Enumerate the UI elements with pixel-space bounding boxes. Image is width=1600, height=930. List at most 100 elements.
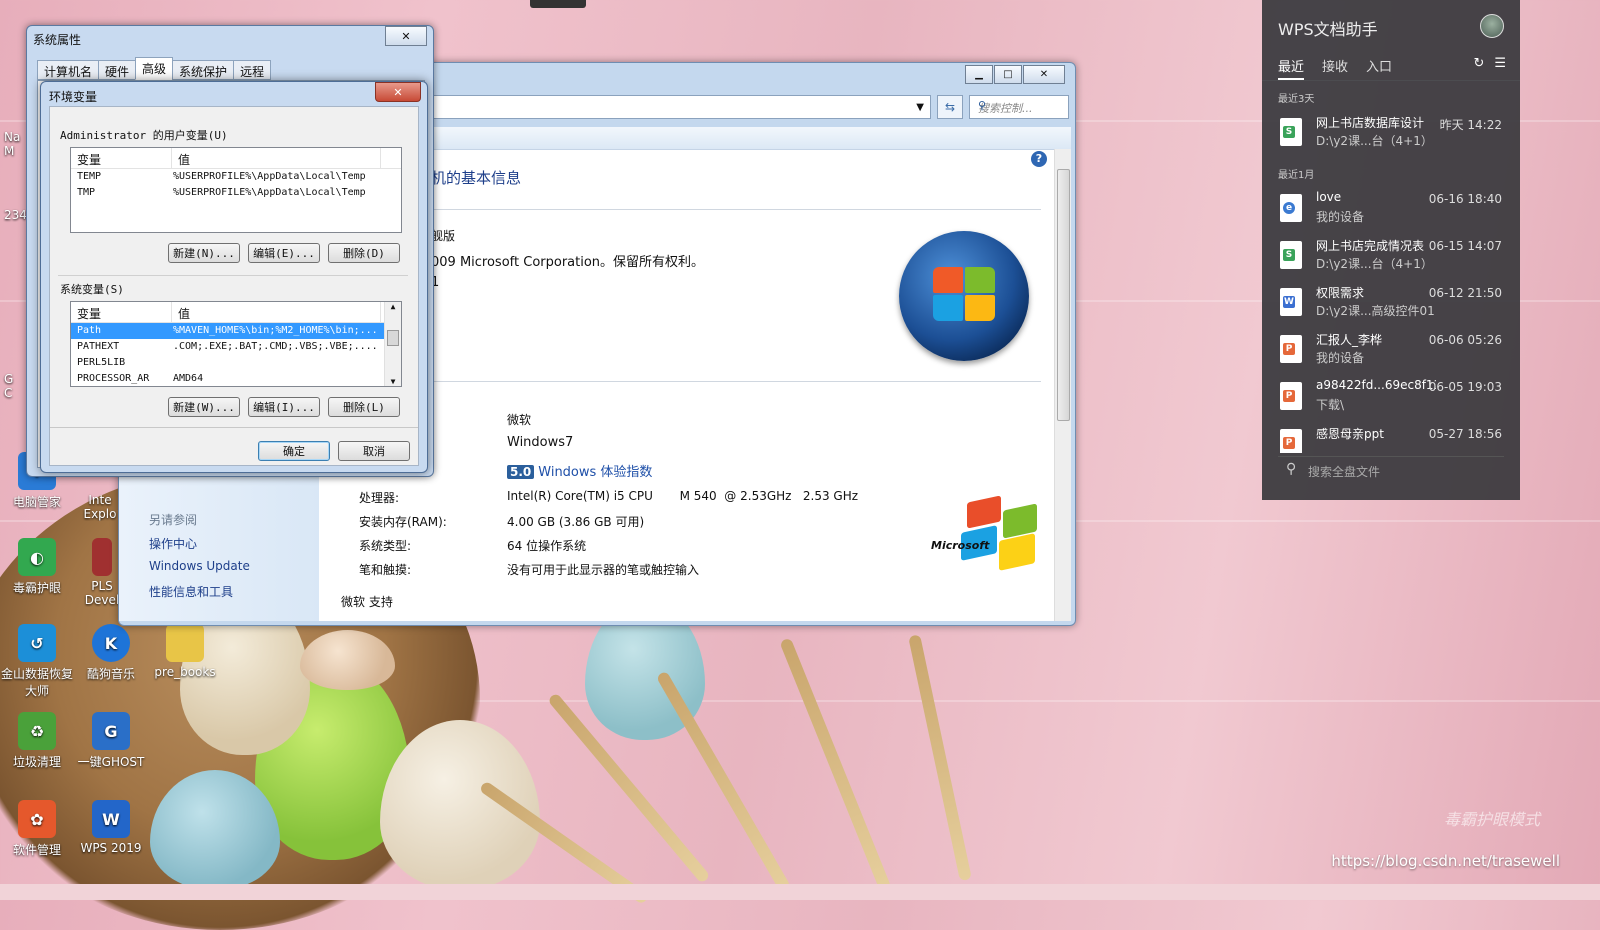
system-new-button[interactable]: 新建(W)... — [168, 397, 240, 417]
tab-received[interactable]: 接收 — [1322, 56, 1348, 80]
help-icon[interactable]: ? — [1031, 151, 1047, 167]
file-name: 汇报人_李桦 — [1316, 333, 1383, 347]
environment-variables-dialog: 环境变量 ✕ Administrator 的用户变量(U) 变量 值 TEMP … — [40, 81, 428, 473]
fragment: G — [4, 372, 14, 386]
table-row[interactable]: TEMP %USERPROFILE%\AppData\Local\Temp — [71, 169, 401, 185]
nav-link-performance[interactable]: 性能信息和工具 — [149, 583, 233, 600]
user-vars-legend: Administrator 的用户变量(U) — [60, 129, 228, 142]
file-path: D:\y2课...高级控件01 — [1316, 304, 1435, 318]
tab-computer-name[interactable]: 计算机名 — [37, 60, 100, 80]
desktop-icon-data-recovery[interactable]: ↺ 金山数据恢复大师 — [0, 624, 74, 699]
list-item[interactable]: W 权限需求 D:\y2课...高级控件01 06-12 21:50 — [1278, 282, 1510, 324]
close-button[interactable]: ✕ — [385, 26, 427, 46]
scrollbar-thumb[interactable] — [1057, 169, 1070, 421]
experience-index-link[interactable]: Windows 体验指数 — [538, 465, 652, 480]
desktop-icon-pre-books[interactable]: pre_books — [148, 624, 222, 679]
close-icon: ✕ — [393, 85, 403, 99]
avatar[interactable] — [1480, 14, 1504, 38]
maximize-button[interactable]: □ — [994, 65, 1022, 84]
col-variable[interactable]: 变量 — [71, 302, 172, 322]
tab-recent[interactable]: 最近 — [1278, 56, 1305, 80]
desktop-icon-duba-eye[interactable]: ◐ 毒霸护眼 — [0, 538, 74, 596]
user-delete-button[interactable]: 删除(D) — [328, 243, 400, 263]
nav-link-action-center[interactable]: 操作中心 — [149, 535, 197, 552]
list-item[interactable]: S 网上书店数据库设计 D:\y2课...台（4+1） 昨天 14:22 — [1278, 112, 1510, 154]
file-name: 网上书店数据库设计 — [1316, 116, 1425, 130]
panel-toolbar: ↻ ☰ — [1473, 56, 1506, 71]
ghost-icon: G — [92, 712, 130, 750]
desktop-icon-label: WPS 2019 — [80, 841, 142, 855]
search-input[interactable]: ⚲ 搜索全盘文件 — [1278, 456, 1504, 485]
var-name: TEMP — [77, 171, 102, 182]
search-icon[interactable]: ⚲ — [978, 99, 1062, 112]
list-item[interactable]: e love 我的设备 06-16 18:40 — [1278, 188, 1510, 230]
table-row[interactable]: PATHEXT .COM;.EXE;.BAT;.CMD;.VBS;.VBE;..… — [71, 339, 401, 355]
list-item[interactable]: P 汇报人_李桦 我的设备 06-06 05:26 — [1278, 329, 1510, 371]
menu-icon[interactable]: ☰ — [1494, 56, 1506, 71]
rating-score: 5.0 — [507, 465, 535, 479]
system-delete-button[interactable]: 删除(L) — [328, 397, 400, 417]
list-item[interactable]: S 网上书店完成情况表 D:\y2课...台（4+1） 06-15 14:07 — [1278, 235, 1510, 277]
experience-index[interactable]: 5.0 Windows 体验指数 — [507, 461, 652, 480]
col-value[interactable]: 值 — [172, 302, 381, 322]
nav-link-windows-update[interactable]: Windows Update — [149, 559, 250, 573]
document-file-icon: W — [1280, 288, 1302, 316]
search-input[interactable]: 搜索控制... ⚲ — [969, 95, 1069, 119]
scrollbar-thumb[interactable] — [387, 330, 399, 346]
cancel-button[interactable]: 取消 — [338, 441, 410, 461]
table-row[interactable]: Path %MAVEN_HOME%\bin;%M2_HOME%\bin;... — [71, 323, 401, 339]
file-time: 06-16 18:40 — [1428, 192, 1502, 206]
presentation-file-icon: P — [1280, 335, 1302, 363]
system-edit-button[interactable]: 编辑(I)... — [248, 397, 320, 417]
wallpaper-wheat — [655, 670, 792, 893]
list-item[interactable]: P 感恩母亲ppt 05-27 18:56 — [1278, 423, 1510, 453]
refresh-icon[interactable]: ↻ — [1473, 56, 1484, 71]
vertical-scrollbar[interactable]: ▲ ▼ — [384, 302, 401, 386]
user-vars-list[interactable]: 变量 值 TEMP %USERPROFILE%\AppData\Local\Te… — [70, 147, 402, 233]
scroll-up-icon[interactable]: ▲ — [385, 302, 401, 311]
list-item[interactable]: P a98422fd...69ec8f13 下载\ 06-05 19:03 — [1278, 376, 1510, 418]
user-new-button[interactable]: 新建(N)... — [168, 243, 240, 263]
software-manager-icon: ✿ — [18, 800, 56, 838]
desktop-icon-label: 软件管理 — [12, 843, 61, 857]
wallpaper-wheat — [908, 634, 972, 882]
desktop-icon-plsql[interactable]: PLS Devel — [82, 538, 122, 607]
list-header: 变量 值 — [71, 302, 401, 323]
file-name: 感恩母亲ppt — [1316, 427, 1384, 441]
processor-label: 处理器: — [359, 491, 400, 505]
close-button[interactable]: ✕ — [1023, 65, 1065, 84]
address-bar[interactable]: ▼ — [419, 95, 931, 119]
wps-assistant-panel: WPS文档助手 最近 接收 入口 ↻ ☰ 最近3天 S 网上书店数据库设计 D:… — [1262, 0, 1520, 500]
table-row[interactable]: PROCESSOR_AR AMD64 — [71, 371, 401, 386]
tab-system-protection[interactable]: 系统保护 — [172, 60, 235, 80]
tab-advanced[interactable]: 高级 — [135, 57, 174, 80]
ok-button[interactable]: 确定 — [258, 441, 330, 461]
table-row[interactable]: TMP %USERPROFILE%\AppData\Local\Temp — [71, 185, 401, 201]
desktop-icon-cleanup[interactable]: ♻ 垃圾清理 — [0, 712, 74, 770]
chevron-down-icon[interactable]: ▼ — [916, 102, 924, 113]
tab-remote[interactable]: 远程 — [233, 60, 272, 80]
user-edit-button[interactable]: 编辑(E)... — [248, 243, 320, 263]
minimize-button[interactable]: ▁ — [965, 65, 993, 84]
tab-entry[interactable]: 入口 — [1366, 56, 1392, 80]
desktop-icon-wps[interactable]: W WPS 2019 — [74, 800, 148, 855]
table-row[interactable]: PERL5LIB — [71, 355, 401, 371]
refresh-button[interactable]: ⇆ — [937, 95, 963, 119]
desktop-icon-software-manager[interactable]: ✿ 软件管理 — [0, 800, 74, 858]
tab-hardware[interactable]: 硬件 — [98, 60, 137, 80]
system-vars-legend: 系统变量(S) — [60, 283, 124, 296]
var-name: PATHEXT — [77, 341, 120, 352]
close-button[interactable]: ✕ — [375, 82, 421, 102]
divider — [341, 381, 1041, 382]
section-recent-3-days: 最近3天 — [1278, 94, 1315, 105]
divider — [58, 275, 408, 276]
desktop-icon-ghost[interactable]: G 一键GHOST — [74, 712, 148, 770]
pen-touch-value: 没有可用于此显示器的笔或触控输入 — [507, 563, 700, 577]
desktop-icon-kugou[interactable]: K 酷狗音乐 — [74, 624, 148, 682]
col-value[interactable]: 值 — [172, 148, 381, 168]
var-name: TMP — [77, 187, 96, 198]
col-variable[interactable]: 变量 — [71, 148, 172, 168]
vertical-scrollbar[interactable] — [1054, 149, 1071, 621]
system-vars-list[interactable]: 变量 值 Path %MAVEN_HOME%\bin;%M2_HOME%\bin… — [70, 301, 402, 387]
scroll-down-icon[interactable]: ▼ — [385, 377, 401, 386]
